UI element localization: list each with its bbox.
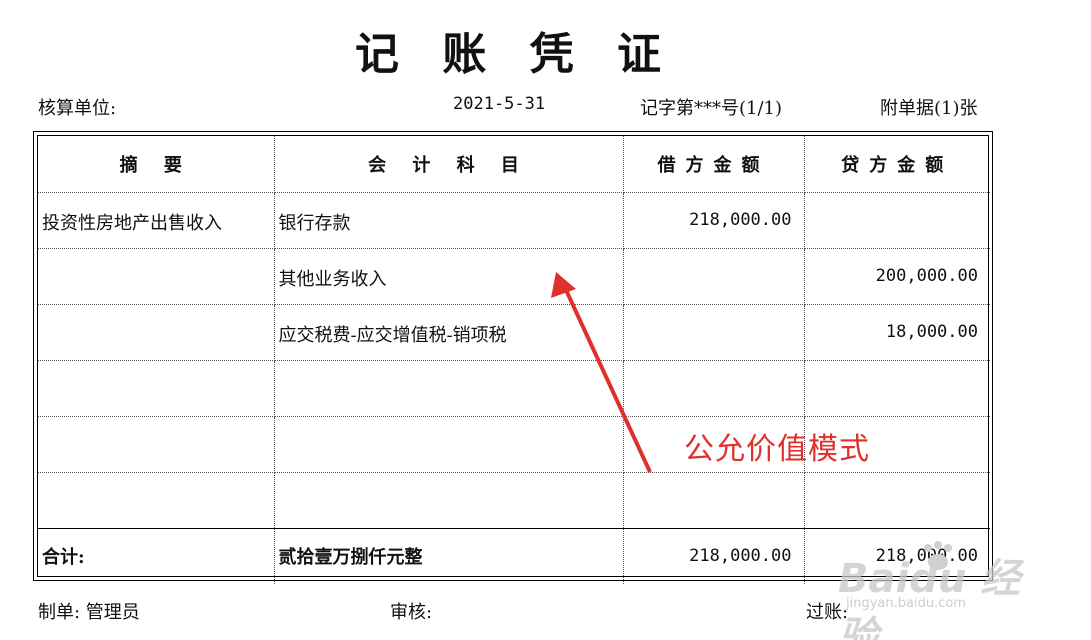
accounting-unit-label: 核算单位:	[38, 98, 117, 119]
total-amount-words: 贰拾壹万捌仟元整	[273, 527, 624, 584]
row-debit[interactable]: 218,000.00	[622, 191, 805, 249]
row-debit[interactable]	[622, 303, 805, 361]
row-credit[interactable]	[803, 471, 990, 529]
row-summary[interactable]	[38, 247, 275, 305]
row-credit[interactable]	[803, 191, 990, 249]
annotation-label: 公允价值模式	[684, 432, 870, 467]
header-account: 会 计 科 目	[273, 136, 624, 193]
voucher-table: 摘 要 会 计 科 目 借方金额 贷方金额 投资性房地产出售收入 银行存款 21…	[38, 136, 990, 584]
table-header-row: 摘 要 会 计 科 目 借方金额 贷方金额	[38, 136, 990, 193]
table-row	[38, 471, 990, 529]
attachment-count: 附单据(1)张	[880, 98, 978, 119]
voucher-table-inner: 摘 要 会 计 科 目 借方金额 贷方金额 投资性房地产出售收入 银行存款 21…	[37, 135, 990, 584]
row-account[interactable]: 银行存款	[273, 191, 624, 249]
row-summary[interactable]	[38, 415, 275, 473]
row-debit[interactable]	[622, 247, 805, 305]
table-row: 投资性房地产出售收入 银行存款 218,000.00	[38, 191, 990, 249]
table-row: 其他业务收入 200,000.00	[38, 247, 990, 305]
table-row	[38, 359, 990, 417]
voucher-date: 2021-5-31	[453, 94, 546, 114]
voucher-title: 记 账 凭 证	[355, 29, 675, 80]
header-summary: 摘 要	[38, 136, 275, 193]
row-account[interactable]: 应交税费-应交增值税-销项税	[273, 303, 624, 361]
watermark-url: jingyan.baidu.com	[846, 596, 966, 611]
table-row: 应交税费-应交增值税-销项税 18,000.00	[38, 303, 990, 361]
row-account[interactable]	[273, 471, 624, 529]
voucher-table-frame: 摘 要 会 计 科 目 借方金额 贷方金额 投资性房地产出售收入 银行存款 21…	[33, 131, 993, 584]
row-summary[interactable]	[38, 303, 275, 361]
row-credit[interactable]: 18,000.00	[803, 303, 990, 361]
row-credit[interactable]	[803, 359, 990, 417]
row-credit[interactable]: 200,000.00	[803, 247, 990, 305]
row-account[interactable]: 其他业务收入	[273, 247, 624, 305]
row-summary[interactable]	[38, 359, 275, 417]
row-summary[interactable]: 投资性房地产出售收入	[38, 191, 275, 249]
row-account[interactable]	[273, 359, 624, 417]
header-debit: 借方金额	[622, 136, 805, 193]
row-account[interactable]	[273, 415, 624, 473]
prepared-by: 制单: 管理员	[38, 602, 140, 623]
header-credit: 贷方金额	[803, 136, 990, 193]
row-debit[interactable]	[622, 359, 805, 417]
reviewed-by: 审核:	[390, 602, 433, 623]
baidu-watermark: Baidu 经验 jingyan.baidu.com	[838, 540, 1038, 640]
row-summary[interactable]	[38, 471, 275, 529]
row-debit[interactable]	[622, 471, 805, 529]
total-label: 合计:	[38, 527, 275, 584]
paw-icon	[924, 541, 952, 570]
voucher-number: 记字第***号(1/1)	[640, 98, 783, 119]
total-debit: 218,000.00	[622, 527, 805, 584]
